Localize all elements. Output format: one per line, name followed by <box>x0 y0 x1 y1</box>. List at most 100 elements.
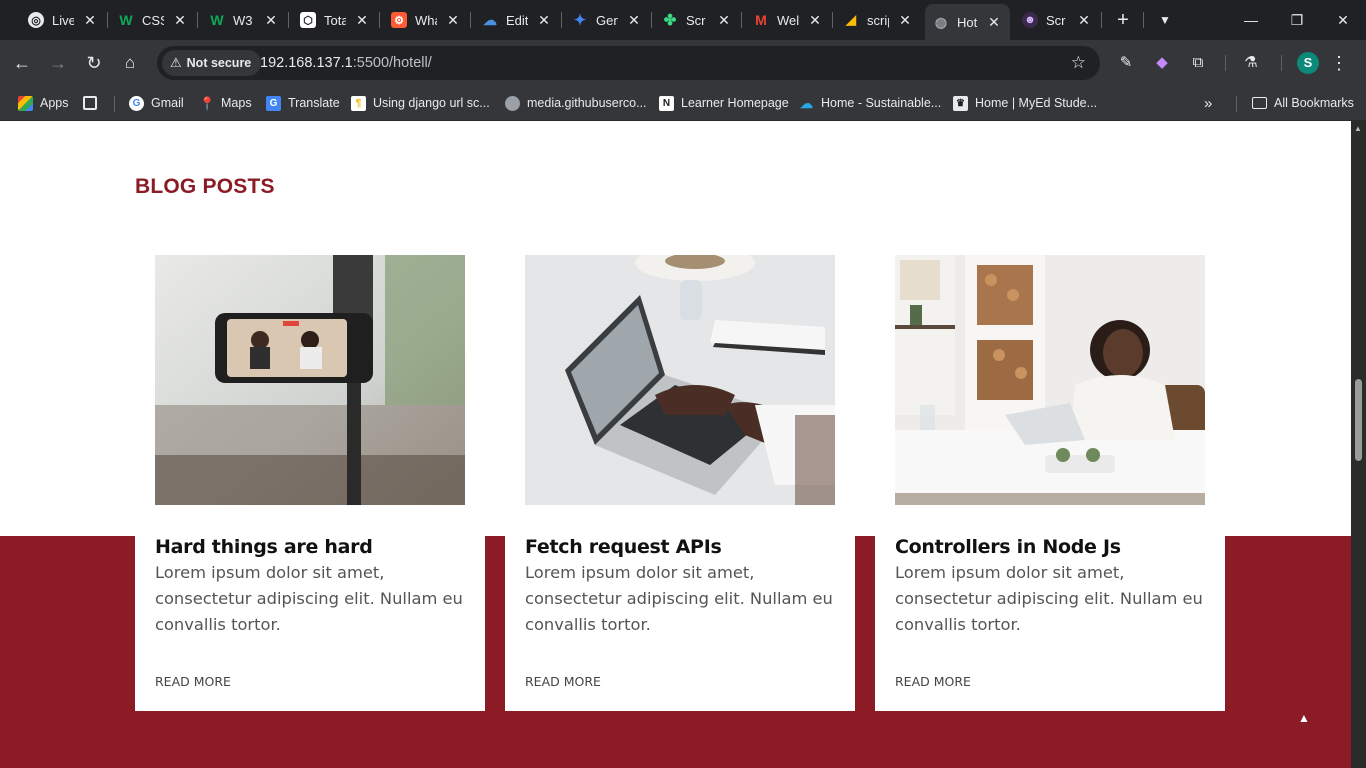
apps-grid-icon <box>18 95 33 111</box>
w-icon: W <box>119 12 133 28</box>
close-tab-icon[interactable]: ✕ <box>536 12 552 28</box>
browser-tab[interactable]: W CSS ✕ <box>118 6 188 34</box>
close-tab-icon[interactable]: ✕ <box>807 12 823 28</box>
browser-tab[interactable]: ✤ Scr ✕ <box>662 6 732 34</box>
close-tab-icon[interactable]: ✕ <box>626 12 642 28</box>
close-tab-icon[interactable]: ✕ <box>1076 12 1092 28</box>
page-viewport: BLOG POSTS Hard things are hard Lorem ip… <box>0 121 1351 768</box>
close-tab-icon[interactable]: ✕ <box>354 12 370 28</box>
read-more-link[interactable]: READ MORE <box>155 674 231 689</box>
close-tab-icon[interactable]: ✕ <box>445 12 461 28</box>
eyedropper-icon[interactable]: ✎ <box>1116 53 1136 73</box>
url-text[interactable]: 192.168.137.1:5500/hotell/ <box>260 55 432 71</box>
bookmark-gmail[interactable]: G Gmail <box>129 93 184 113</box>
tab-strip: ◎ Live ✕ W CSS ✕ W W3 ✕ ⬡ Tota ✕ ⚙ Wha ✕… <box>0 0 1366 40</box>
bookmark-github-media[interactable]: media.githubuserco... <box>505 93 647 113</box>
bookmark-label: Learner Homepage <box>681 96 789 110</box>
browser-tab[interactable]: ◎ Live ✕ <box>28 6 98 34</box>
browser-tab[interactable]: W W3 ✕ <box>209 6 279 34</box>
labs-flask-icon[interactable]: ⚗ <box>1241 53 1261 73</box>
tab-groups-icon <box>83 96 97 110</box>
bookmark-label: Maps <box>221 96 252 110</box>
bookmark-myed[interactable]: ♛ Home | MyEd Stude... <box>953 93 1097 113</box>
bookmark-django[interactable]: ¶ Using django url sc... <box>351 93 490 113</box>
gmail-icon: M <box>755 12 767 28</box>
close-tab-icon[interactable]: ✕ <box>82 12 98 28</box>
more-bookmarks-chevron-icon[interactable]: » <box>1204 93 1212 113</box>
tab-separator <box>197 12 198 28</box>
blog-image-laptop[interactable] <box>525 255 835 505</box>
bookmark-apps[interactable]: Apps <box>18 93 69 113</box>
tab-title: Scr <box>686 12 706 28</box>
browser-tab[interactable]: ☁ Edit ✕ <box>482 6 552 34</box>
browser-tab[interactable]: ☻ Scr ✕ <box>1022 6 1092 34</box>
tab-title: CSS <box>142 12 164 28</box>
browser-tab[interactable]: ⬡ Tota ✕ <box>300 6 370 34</box>
close-tab-icon[interactable]: ✕ <box>716 12 732 28</box>
read-more-link[interactable]: READ MORE <box>895 674 971 689</box>
bookmark-maps[interactable]: 📍 Maps <box>199 93 252 113</box>
scroll-up-arrow-icon[interactable]: ▲ <box>1354 124 1362 133</box>
browser-tab-active[interactable]: ◍ Hot ✕ <box>925 4 1010 40</box>
new-tab-button[interactable]: + <box>1113 10 1133 30</box>
back-to-top-chevron-icon[interactable]: ▲ <box>1298 711 1310 725</box>
back-button[interactable]: ← <box>10 51 34 75</box>
minimize-button[interactable]: — <box>1228 0 1274 40</box>
doc-icon: ¶ <box>351 95 366 111</box>
security-chip[interactable]: ⚠ Not secure <box>162 50 262 76</box>
browser-tab[interactable]: M Wel ✕ <box>753 6 823 34</box>
bookmark-label: Using django url sc... <box>373 96 490 110</box>
read-more-link[interactable]: READ MORE <box>525 674 601 689</box>
close-window-button[interactable]: ✕ <box>1320 0 1366 40</box>
bookmark-label: Gmail <box>151 96 184 110</box>
browser-tab[interactable]: ✦ Gen ✕ <box>572 6 642 34</box>
profile-avatar[interactable]: S <box>1297 52 1319 74</box>
robot-icon: ☻ <box>1022 12 1038 28</box>
address-bar[interactable]: ⚠ Not secure 192.168.137.1:5500/hotell/ … <box>157 46 1100 80</box>
blog-title[interactable]: Controllers in Node Js <box>895 536 1205 558</box>
maps-pin-icon: 📍 <box>199 95 216 111</box>
chart-icon: ◢ <box>846 12 856 27</box>
security-label: Not secure <box>186 56 252 70</box>
browser-toolbar: ← → ↻ ⌂ ⚠ Not secure 192.168.137.1:5500/… <box>0 40 1366 86</box>
bookmark-translate[interactable]: G Translate <box>266 93 340 113</box>
laptop-photo <box>525 255 835 505</box>
close-tab-icon[interactable]: ✕ <box>897 12 913 28</box>
browser-tab[interactable]: ⚙ Wha ✕ <box>391 6 461 34</box>
extension-gem-icon[interactable]: ◆ <box>1152 53 1172 73</box>
reload-button[interactable]: ↻ <box>82 51 106 75</box>
blog-title[interactable]: Hard things are hard <box>155 536 465 558</box>
tab-separator <box>288 12 289 28</box>
url-host: 192.168.137.1 <box>260 55 353 71</box>
tab-separator <box>741 12 742 28</box>
bookmark-learner[interactable]: N Learner Homepage <box>659 93 789 113</box>
tab-search-chevron-icon[interactable]: ▼ <box>1155 10 1175 30</box>
restore-button[interactable]: ❐ <box>1274 0 1320 40</box>
all-bookmarks-button[interactable]: All Bookmarks <box>1252 93 1354 113</box>
forward-button[interactable]: → <box>46 51 70 75</box>
onedrive-icon: ☁ <box>800 95 813 111</box>
page-scrollbar[interactable]: ▲ <box>1351 121 1366 768</box>
bookmark-star-icon[interactable]: ☆ <box>1071 53 1086 73</box>
tab-title: scrip <box>867 12 889 28</box>
blog-image-camera[interactable] <box>155 255 465 505</box>
blog-image-desk[interactable] <box>895 255 1205 505</box>
cube-icon: ⬡ <box>300 12 316 28</box>
blog-card-body: Hard things are hard Lorem ipsum dolor s… <box>135 536 485 711</box>
tab-separator <box>1143 12 1144 28</box>
blog-title[interactable]: Fetch request APIs <box>525 536 835 558</box>
bookmark-sustainable[interactable]: ☁ Home - Sustainable... <box>799 93 941 113</box>
tab-separator <box>561 12 562 28</box>
bookmark-grid[interactable] <box>83 93 104 113</box>
extensions-puzzle-icon[interactable]: ⧉ <box>1188 53 1208 73</box>
menu-kebab-icon[interactable]: ⋮ <box>1330 51 1348 75</box>
close-tab-icon[interactable]: ✕ <box>263 12 279 28</box>
sparkle-icon: ✦ <box>573 12 587 29</box>
close-tab-icon[interactable]: ✕ <box>172 12 188 28</box>
blog-excerpt: Lorem ipsum dolor sit amet, consectetur … <box>895 563 1203 634</box>
home-button[interactable]: ⌂ <box>118 51 142 75</box>
scrollbar-thumb[interactable] <box>1355 379 1362 461</box>
tab-separator <box>470 12 471 28</box>
close-tab-icon[interactable]: ✕ <box>986 14 1002 30</box>
browser-tab[interactable]: ◢ scrip ✕ <box>843 6 913 34</box>
